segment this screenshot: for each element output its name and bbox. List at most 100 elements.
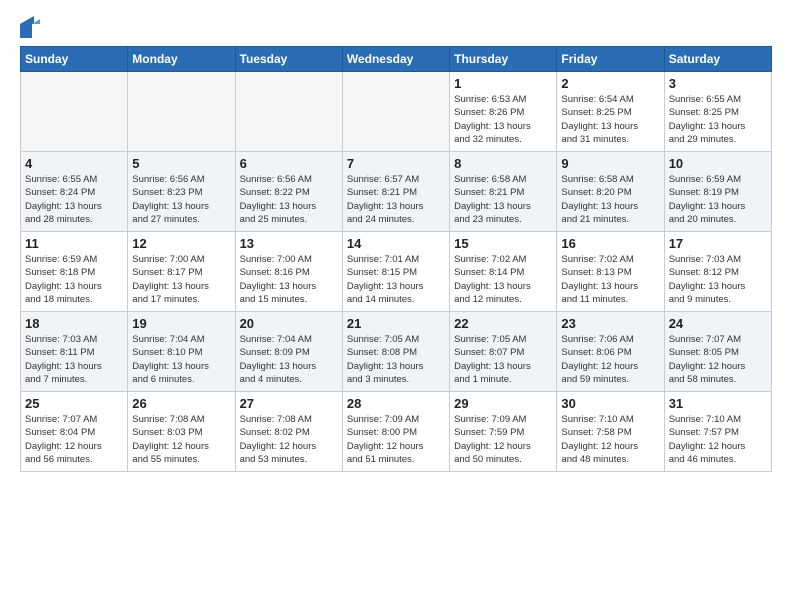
calendar-cell: 25 Sunrise: 7:07 AM Sunset: 8:04 PM Dayli… (21, 392, 128, 472)
day-info: Sunrise: 7:05 AM Sunset: 8:08 PM Dayligh… (347, 333, 445, 386)
day-number: 15 (454, 236, 552, 251)
calendar-cell: 26Sunrise: 7:08 AM Sunset: 8:03 PM Dayli… (128, 392, 235, 472)
day-info: Sunrise: 7:02 AM Sunset: 8:14 PM Dayligh… (454, 253, 552, 306)
calendar-cell: 23 Sunrise: 7:06 AM Sunset: 8:06 PM Dayli… (557, 312, 664, 392)
day-of-week-header: Saturday (664, 47, 771, 72)
day-number: 31 (669, 396, 767, 411)
day-info: Sunrise: 7:03 AM Sunset: 8:12 PM Dayligh… (669, 253, 767, 306)
calendar-cell: 2 Sunrise: 6:54 AM Sunset: 8:25 PM Daylig… (557, 72, 664, 152)
day-info: Sunrise: 7:02 AM Sunset: 8:13 PM Dayligh… (561, 253, 659, 306)
day-of-week-header: Wednesday (342, 47, 449, 72)
day-info: Sunrise: 6:55 AM Sunset: 8:25 PM Dayligh… (669, 93, 767, 146)
calendar-cell: 14Sunrise: 7:01 AM Sunset: 8:15 PM Dayli… (342, 232, 449, 312)
calendar-cell: 6 Sunrise: 6:56 AM Sunset: 8:22 PM Daylig… (235, 152, 342, 232)
day-number: 23 (561, 316, 659, 331)
day-info: Sunrise: 7:06 AM Sunset: 8:06 PM Dayligh… (561, 333, 659, 386)
day-of-week-header: Friday (557, 47, 664, 72)
calendar-cell: 27Sunrise: 7:08 AM Sunset: 8:02 PM Dayli… (235, 392, 342, 472)
page-header (20, 16, 772, 38)
day-info: Sunrise: 6:57 AM Sunset: 8:21 PM Dayligh… (347, 173, 445, 226)
calendar-cell (21, 72, 128, 152)
calendar-cell: 8 Sunrise: 6:58 AM Sunset: 8:21 PM Daylig… (450, 152, 557, 232)
calendar-cell: 21Sunrise: 7:05 AM Sunset: 8:08 PM Dayli… (342, 312, 449, 392)
day-number: 11 (25, 236, 123, 251)
calendar-cell (235, 72, 342, 152)
day-info: Sunrise: 6:58 AM Sunset: 8:20 PM Dayligh… (561, 173, 659, 226)
logo-icon (20, 16, 48, 38)
calendar-cell: 12 Sunrise: 7:00 AM Sunset: 8:17 PM Dayli… (128, 232, 235, 312)
calendar-cell: 17Sunrise: 7:03 AM Sunset: 8:12 PM Dayli… (664, 232, 771, 312)
day-number: 8 (454, 156, 552, 171)
day-number: 2 (561, 76, 659, 91)
day-number: 24 (669, 316, 767, 331)
day-info: Sunrise: 7:05 AM Sunset: 8:07 PM Dayligh… (454, 333, 552, 386)
day-info: Sunrise: 6:53 AM Sunset: 8:26 PM Dayligh… (454, 93, 552, 146)
calendar-cell: 3Sunrise: 6:55 AM Sunset: 8:25 PM Daylig… (664, 72, 771, 152)
day-number: 25 (25, 396, 123, 411)
calendar-week-row: 18 Sunrise: 7:03 AM Sunset: 8:11 PM Dayli… (21, 312, 772, 392)
calendar-cell: 20 Sunrise: 7:04 AM Sunset: 8:09 PM Dayli… (235, 312, 342, 392)
day-number: 12 (132, 236, 230, 251)
calendar-week-row: 11 Sunrise: 6:59 AM Sunset: 8:18 PM Dayli… (21, 232, 772, 312)
calendar-cell (342, 72, 449, 152)
calendar-cell: 7 Sunrise: 6:57 AM Sunset: 8:21 PM Daylig… (342, 152, 449, 232)
calendar-week-row: 1 Sunrise: 6:53 AM Sunset: 8:26 PM Daylig… (21, 72, 772, 152)
day-number: 6 (240, 156, 338, 171)
day-info: Sunrise: 7:10 AM Sunset: 7:57 PM Dayligh… (669, 413, 767, 466)
day-info: Sunrise: 6:59 AM Sunset: 8:18 PM Dayligh… (25, 253, 123, 306)
calendar-cell: 9 Sunrise: 6:58 AM Sunset: 8:20 PM Daylig… (557, 152, 664, 232)
day-info: Sunrise: 6:54 AM Sunset: 8:25 PM Dayligh… (561, 93, 659, 146)
day-info: Sunrise: 6:55 AM Sunset: 8:24 PM Dayligh… (25, 173, 123, 226)
day-of-week-header: Tuesday (235, 47, 342, 72)
day-info: Sunrise: 7:09 AM Sunset: 8:00 PM Dayligh… (347, 413, 445, 466)
calendar-cell (128, 72, 235, 152)
day-number: 30 (561, 396, 659, 411)
calendar-cell: 10 Sunrise: 6:59 AM Sunset: 8:19 PM Dayli… (664, 152, 771, 232)
day-info: Sunrise: 7:10 AM Sunset: 7:58 PM Dayligh… (561, 413, 659, 466)
day-number: 26 (132, 396, 230, 411)
day-number: 10 (669, 156, 767, 171)
calendar-table: SundayMondayTuesdayWednesdayThursdayFrid… (20, 46, 772, 472)
day-info: Sunrise: 7:00 AM Sunset: 8:17 PM Dayligh… (132, 253, 230, 306)
calendar-cell: 31 Sunrise: 7:10 AM Sunset: 7:57 PM Dayli… (664, 392, 771, 472)
logo (20, 16, 52, 38)
calendar-cell: 16 Sunrise: 7:02 AM Sunset: 8:13 PM Dayli… (557, 232, 664, 312)
day-number: 5 (132, 156, 230, 171)
day-of-week-header: Sunday (21, 47, 128, 72)
day-info: Sunrise: 7:03 AM Sunset: 8:11 PM Dayligh… (25, 333, 123, 386)
day-info: Sunrise: 7:00 AM Sunset: 8:16 PM Dayligh… (240, 253, 338, 306)
day-info: Sunrise: 7:01 AM Sunset: 8:15 PM Dayligh… (347, 253, 445, 306)
day-number: 20 (240, 316, 338, 331)
calendar-cell: 1 Sunrise: 6:53 AM Sunset: 8:26 PM Daylig… (450, 72, 557, 152)
day-number: 29 (454, 396, 552, 411)
calendar-cell: 29 Sunrise: 7:09 AM Sunset: 7:59 PM Dayli… (450, 392, 557, 472)
day-number: 22 (454, 316, 552, 331)
day-number: 18 (25, 316, 123, 331)
calendar-cell: 19 Sunrise: 7:04 AM Sunset: 8:10 PM Dayli… (128, 312, 235, 392)
day-info: Sunrise: 6:59 AM Sunset: 8:19 PM Dayligh… (669, 173, 767, 226)
calendar-header-row: SundayMondayTuesdayWednesdayThursdayFrid… (21, 47, 772, 72)
day-number: 16 (561, 236, 659, 251)
day-number: 28 (347, 396, 445, 411)
day-info: Sunrise: 7:04 AM Sunset: 8:09 PM Dayligh… (240, 333, 338, 386)
day-info: Sunrise: 7:09 AM Sunset: 7:59 PM Dayligh… (454, 413, 552, 466)
calendar-week-row: 4 Sunrise: 6:55 AM Sunset: 8:24 PM Daylig… (21, 152, 772, 232)
day-number: 4 (25, 156, 123, 171)
day-number: 1 (454, 76, 552, 91)
calendar-cell: 11 Sunrise: 6:59 AM Sunset: 8:18 PM Dayli… (21, 232, 128, 312)
calendar-cell: 28 Sunrise: 7:09 AM Sunset: 8:00 PM Dayli… (342, 392, 449, 472)
day-info: Sunrise: 7:07 AM Sunset: 8:04 PM Dayligh… (25, 413, 123, 466)
day-number: 9 (561, 156, 659, 171)
day-number: 7 (347, 156, 445, 171)
calendar-cell: 5Sunrise: 6:56 AM Sunset: 8:23 PM Daylig… (128, 152, 235, 232)
day-info: Sunrise: 7:04 AM Sunset: 8:10 PM Dayligh… (132, 333, 230, 386)
calendar-cell: 15 Sunrise: 7:02 AM Sunset: 8:14 PM Dayli… (450, 232, 557, 312)
calendar-cell: 22 Sunrise: 7:05 AM Sunset: 8:07 PM Dayli… (450, 312, 557, 392)
day-of-week-header: Monday (128, 47, 235, 72)
calendar-cell: 18 Sunrise: 7:03 AM Sunset: 8:11 PM Dayli… (21, 312, 128, 392)
calendar-cell: 4 Sunrise: 6:55 AM Sunset: 8:24 PM Daylig… (21, 152, 128, 232)
day-info: Sunrise: 6:56 AM Sunset: 8:22 PM Dayligh… (240, 173, 338, 226)
day-info: Sunrise: 6:58 AM Sunset: 8:21 PM Dayligh… (454, 173, 552, 226)
day-number: 19 (132, 316, 230, 331)
calendar-cell: 13Sunrise: 7:00 AM Sunset: 8:16 PM Dayli… (235, 232, 342, 312)
